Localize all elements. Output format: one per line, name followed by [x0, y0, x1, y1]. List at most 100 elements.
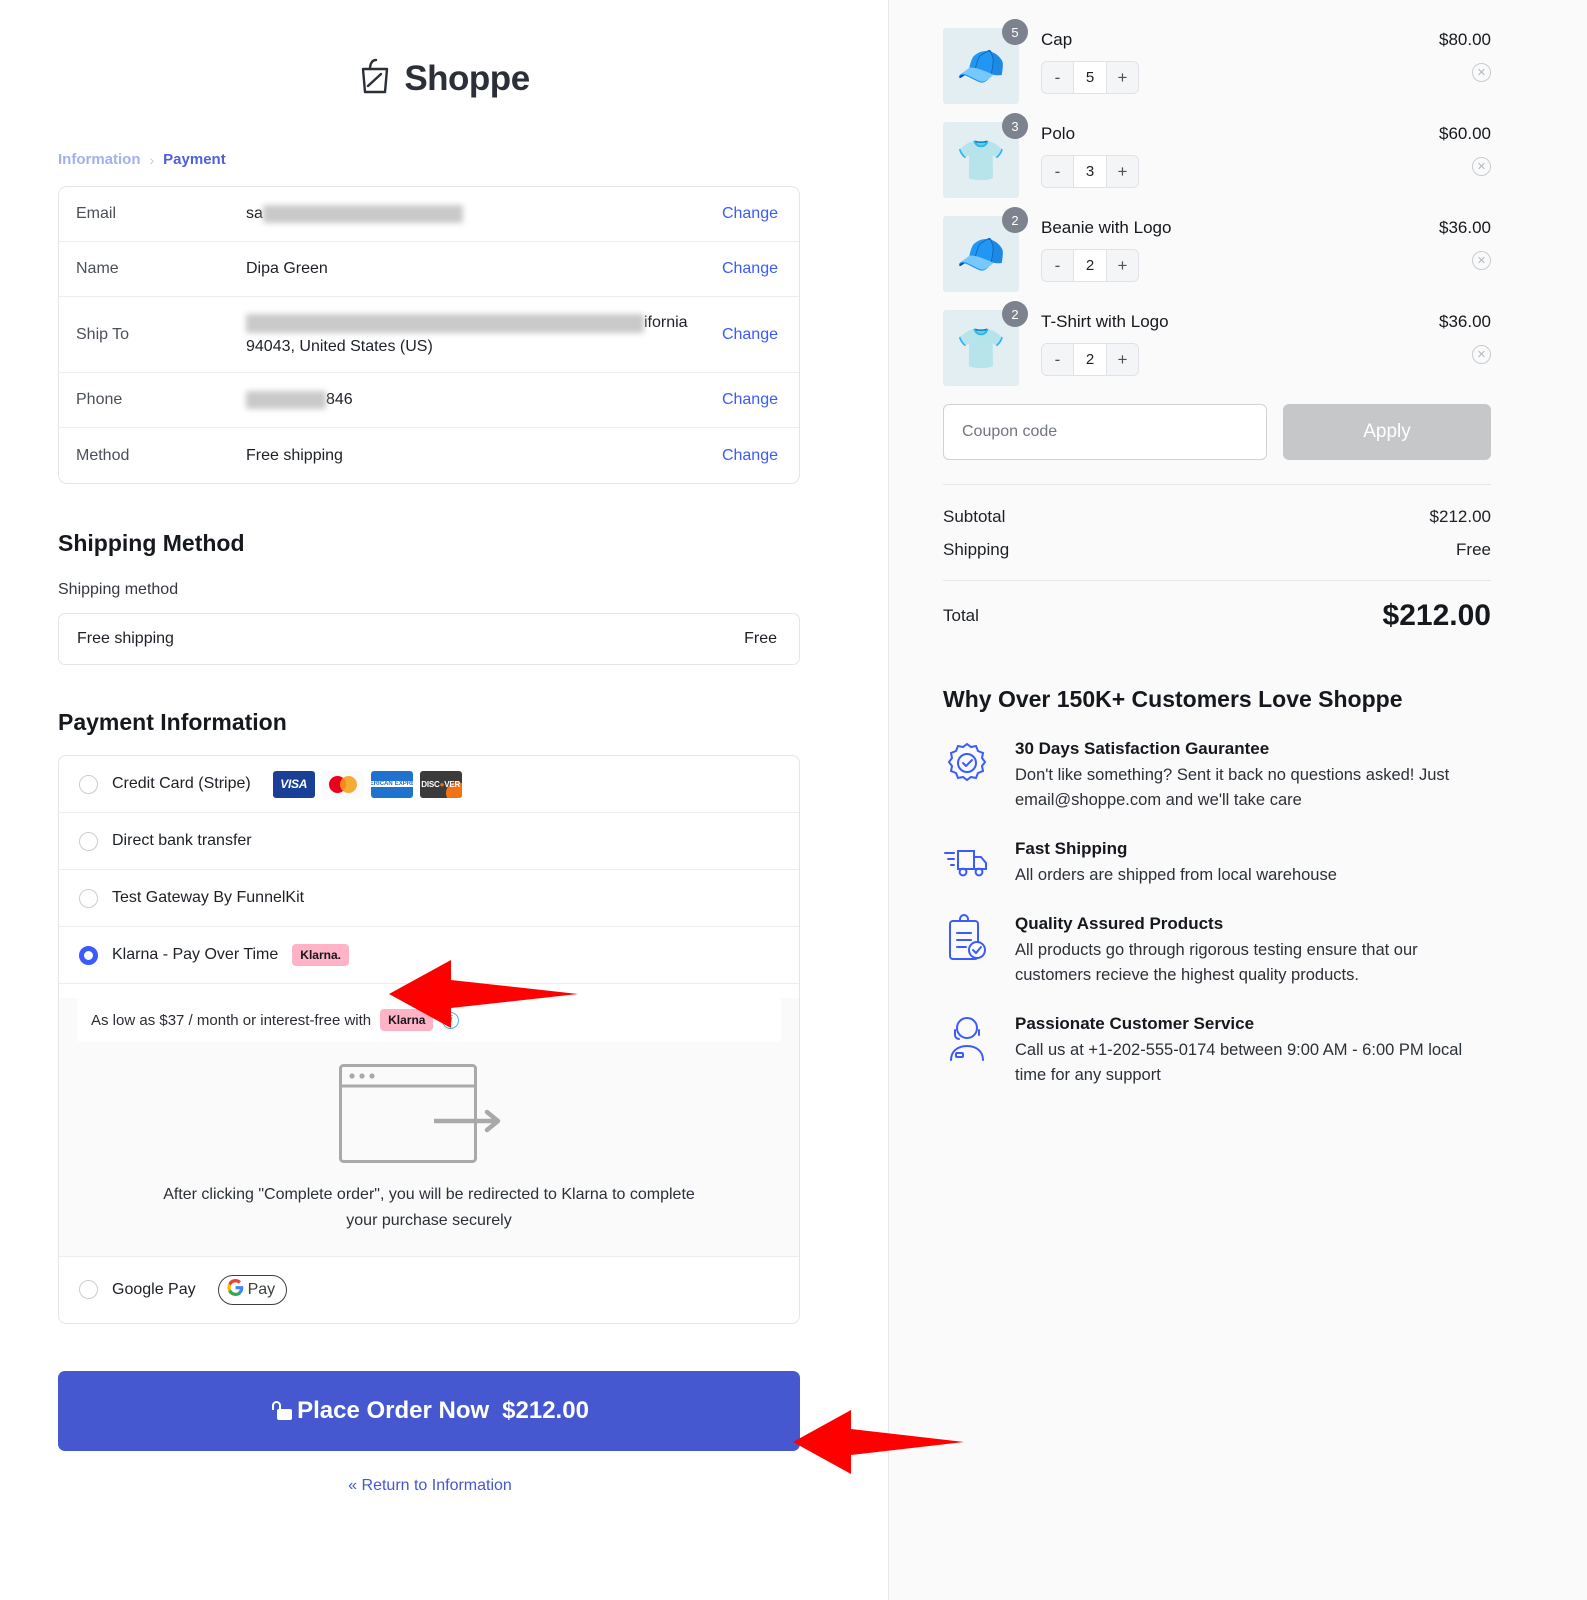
increase-quantity-button[interactable]: +: [1107, 156, 1138, 187]
quantity-value[interactable]: 3: [1073, 156, 1107, 187]
trust-desc: All orders are shipped from local wareho…: [1015, 866, 1337, 885]
change-phone-link[interactable]: Change: [722, 391, 778, 409]
klarna-illustration: [59, 1064, 799, 1164]
remove-item-icon[interactable]: ✕: [1472, 157, 1491, 176]
item-price-area: $36.00 ✕: [1401, 216, 1491, 270]
quantity-stepper: - 5 +: [1041, 61, 1139, 94]
coupon-code-input[interactable]: [943, 404, 1267, 460]
table-row-email: Email sa Change: [59, 187, 799, 242]
decrease-quantity-button[interactable]: -: [1042, 156, 1073, 187]
shipping-method-heading: Shipping Method: [58, 530, 245, 556]
payment-method-bank-transfer[interactable]: Direct bank transfer: [59, 813, 799, 870]
list-item: 🧢 5 Cap - 5 + $80.00 ✕: [943, 19, 1491, 104]
redacted-address: [246, 313, 644, 333]
increase-quantity-button[interactable]: +: [1107, 250, 1138, 281]
quantity-value[interactable]: 2: [1073, 250, 1107, 281]
change-name-link[interactable]: Change: [722, 260, 778, 278]
remove-item-icon[interactable]: ✕: [1472, 251, 1491, 270]
increase-quantity-button[interactable]: +: [1107, 62, 1138, 93]
payment-method-funnelkit[interactable]: Test Gateway By FunnelKit: [59, 870, 799, 927]
product-thumbnail-wrap: 👕 2: [943, 301, 1028, 386]
item-price: $60.00: [1439, 124, 1491, 143]
item-name: Polo: [1041, 124, 1076, 143]
email-value-visible: sa: [246, 205, 263, 223]
item-price-area: $80.00 ✕: [1401, 28, 1491, 82]
row-label: Phone: [76, 391, 123, 408]
item-price: $36.00: [1439, 312, 1491, 331]
shipping-value: Free: [1456, 540, 1491, 559]
row-value: ifornia 94043, United States (US): [246, 311, 722, 357]
radio-klarna[interactable]: [79, 945, 98, 965]
quantity-badge: 2: [1002, 207, 1028, 233]
google-pay-icon: Pay: [217, 1274, 288, 1305]
radio-credit-card[interactable]: [79, 774, 98, 794]
list-item: 👕 2 T-Shirt with Logo - 2 + $36.00 ✕: [943, 301, 1491, 386]
trust-desc: Call us at +1-202-555-0174 between 9:00 …: [1015, 1041, 1463, 1085]
row-label: Email: [76, 205, 117, 222]
quantity-value[interactable]: 2: [1073, 344, 1107, 375]
change-method-link[interactable]: Change: [722, 447, 778, 465]
quantity-badge: 5: [1002, 19, 1028, 45]
trust-text: Fast Shipping All orders are shipped fro…: [1015, 839, 1337, 888]
visa-icon: VISA: [272, 770, 315, 798]
card-brand-logos: VISA AMERICANEXPRESS DISC●VER: [272, 770, 462, 798]
table-row-phone: Phone 846 Change: [59, 373, 799, 428]
trust-text: Passionate Customer Service Call us at +…: [1015, 1014, 1491, 1088]
redacted-email: [262, 205, 463, 224]
delivery-truck-icon: [943, 839, 993, 888]
item-price: $36.00: [1439, 218, 1491, 237]
divider: [943, 484, 1491, 485]
payment-method-klarna[interactable]: Klarna - Pay Over Time Klarna.: [59, 927, 799, 984]
breadcrumb-information[interactable]: Information: [58, 151, 141, 168]
radio-funnelkit[interactable]: [79, 888, 98, 908]
chevron-right-icon: ›: [149, 151, 155, 168]
increase-quantity-button[interactable]: +: [1107, 344, 1138, 375]
brand-name: Shoppe: [404, 58, 530, 98]
address-line2: 94043, United States (US): [246, 337, 433, 355]
klarna-details-panel: As low as $37 / month or interest-free w…: [59, 998, 799, 1257]
trust-desc: Don't like something? Sent it back no qu…: [1015, 766, 1450, 810]
place-order-amount: $212.00: [502, 1396, 589, 1424]
change-address-link[interactable]: Change: [722, 326, 778, 344]
quantity-value[interactable]: 5: [1073, 62, 1107, 93]
payment-method-label: Test Gateway By FunnelKit: [112, 889, 305, 906]
product-thumbnail-wrap: 👕 3: [943, 113, 1028, 198]
mastercard-icon: [321, 770, 364, 798]
quantity-stepper: - 2 +: [1041, 249, 1139, 282]
klarna-logo-icon: Klarna.: [292, 944, 349, 966]
payment-method-label: Direct bank transfer: [112, 832, 252, 849]
google-g-icon: [227, 1278, 244, 1301]
total-value: $212.00: [1382, 599, 1491, 632]
place-order-button[interactable]: Place Order Now $212.00: [58, 1370, 800, 1451]
shipping-option-price: Free: [744, 630, 777, 647]
apply-coupon-button[interactable]: Apply: [1283, 404, 1491, 460]
payment-method-label: Google Pay: [112, 1280, 196, 1298]
payment-method-credit-card[interactable]: Credit Card (Stripe) VISA AMERICANEXPRES…: [59, 756, 799, 813]
shipping-option-free[interactable]: Free shipping Free: [58, 613, 800, 665]
decrease-quantity-button[interactable]: -: [1042, 250, 1073, 281]
row-value: sa: [246, 202, 722, 225]
trust-desc: All products go through rigorous testing…: [1015, 941, 1418, 985]
quantity-stepper: - 3 +: [1041, 155, 1139, 188]
radio-bank-transfer[interactable]: [79, 831, 98, 851]
decrease-quantity-button[interactable]: -: [1042, 62, 1073, 93]
list-item: 🧢 2 Beanie with Logo - 2 + $36.00 ✕: [943, 207, 1491, 292]
address-visible-tail: ifornia: [644, 314, 688, 332]
return-to-information-link[interactable]: « Return to Information: [0, 1477, 860, 1495]
row-label: Method: [76, 446, 130, 464]
row-value: 846: [246, 388, 722, 411]
breadcrumb-payment[interactable]: Payment: [163, 151, 226, 168]
remove-item-icon[interactable]: ✕: [1472, 345, 1491, 364]
trust-badge-quality: Quality Assured Products All products go…: [943, 914, 1491, 988]
trust-title: 30 Days Satisfaction Gaurantee: [1015, 739, 1270, 758]
trust-badge-service: Passionate Customer Service Call us at +…: [943, 1014, 1491, 1088]
discover-icon: DISC●VER: [419, 770, 462, 798]
decrease-quantity-button[interactable]: -: [1042, 344, 1073, 375]
info-circle-icon[interactable]: i: [442, 1011, 460, 1029]
radio-google-pay[interactable]: [79, 1280, 98, 1300]
change-email-link[interactable]: Change: [722, 205, 778, 223]
payment-method-google-pay[interactable]: Google Pay Pay: [59, 1257, 799, 1323]
row-label: Ship To: [76, 325, 130, 343]
remove-item-icon[interactable]: ✕: [1472, 63, 1491, 82]
row-value: Free shipping: [246, 446, 343, 464]
